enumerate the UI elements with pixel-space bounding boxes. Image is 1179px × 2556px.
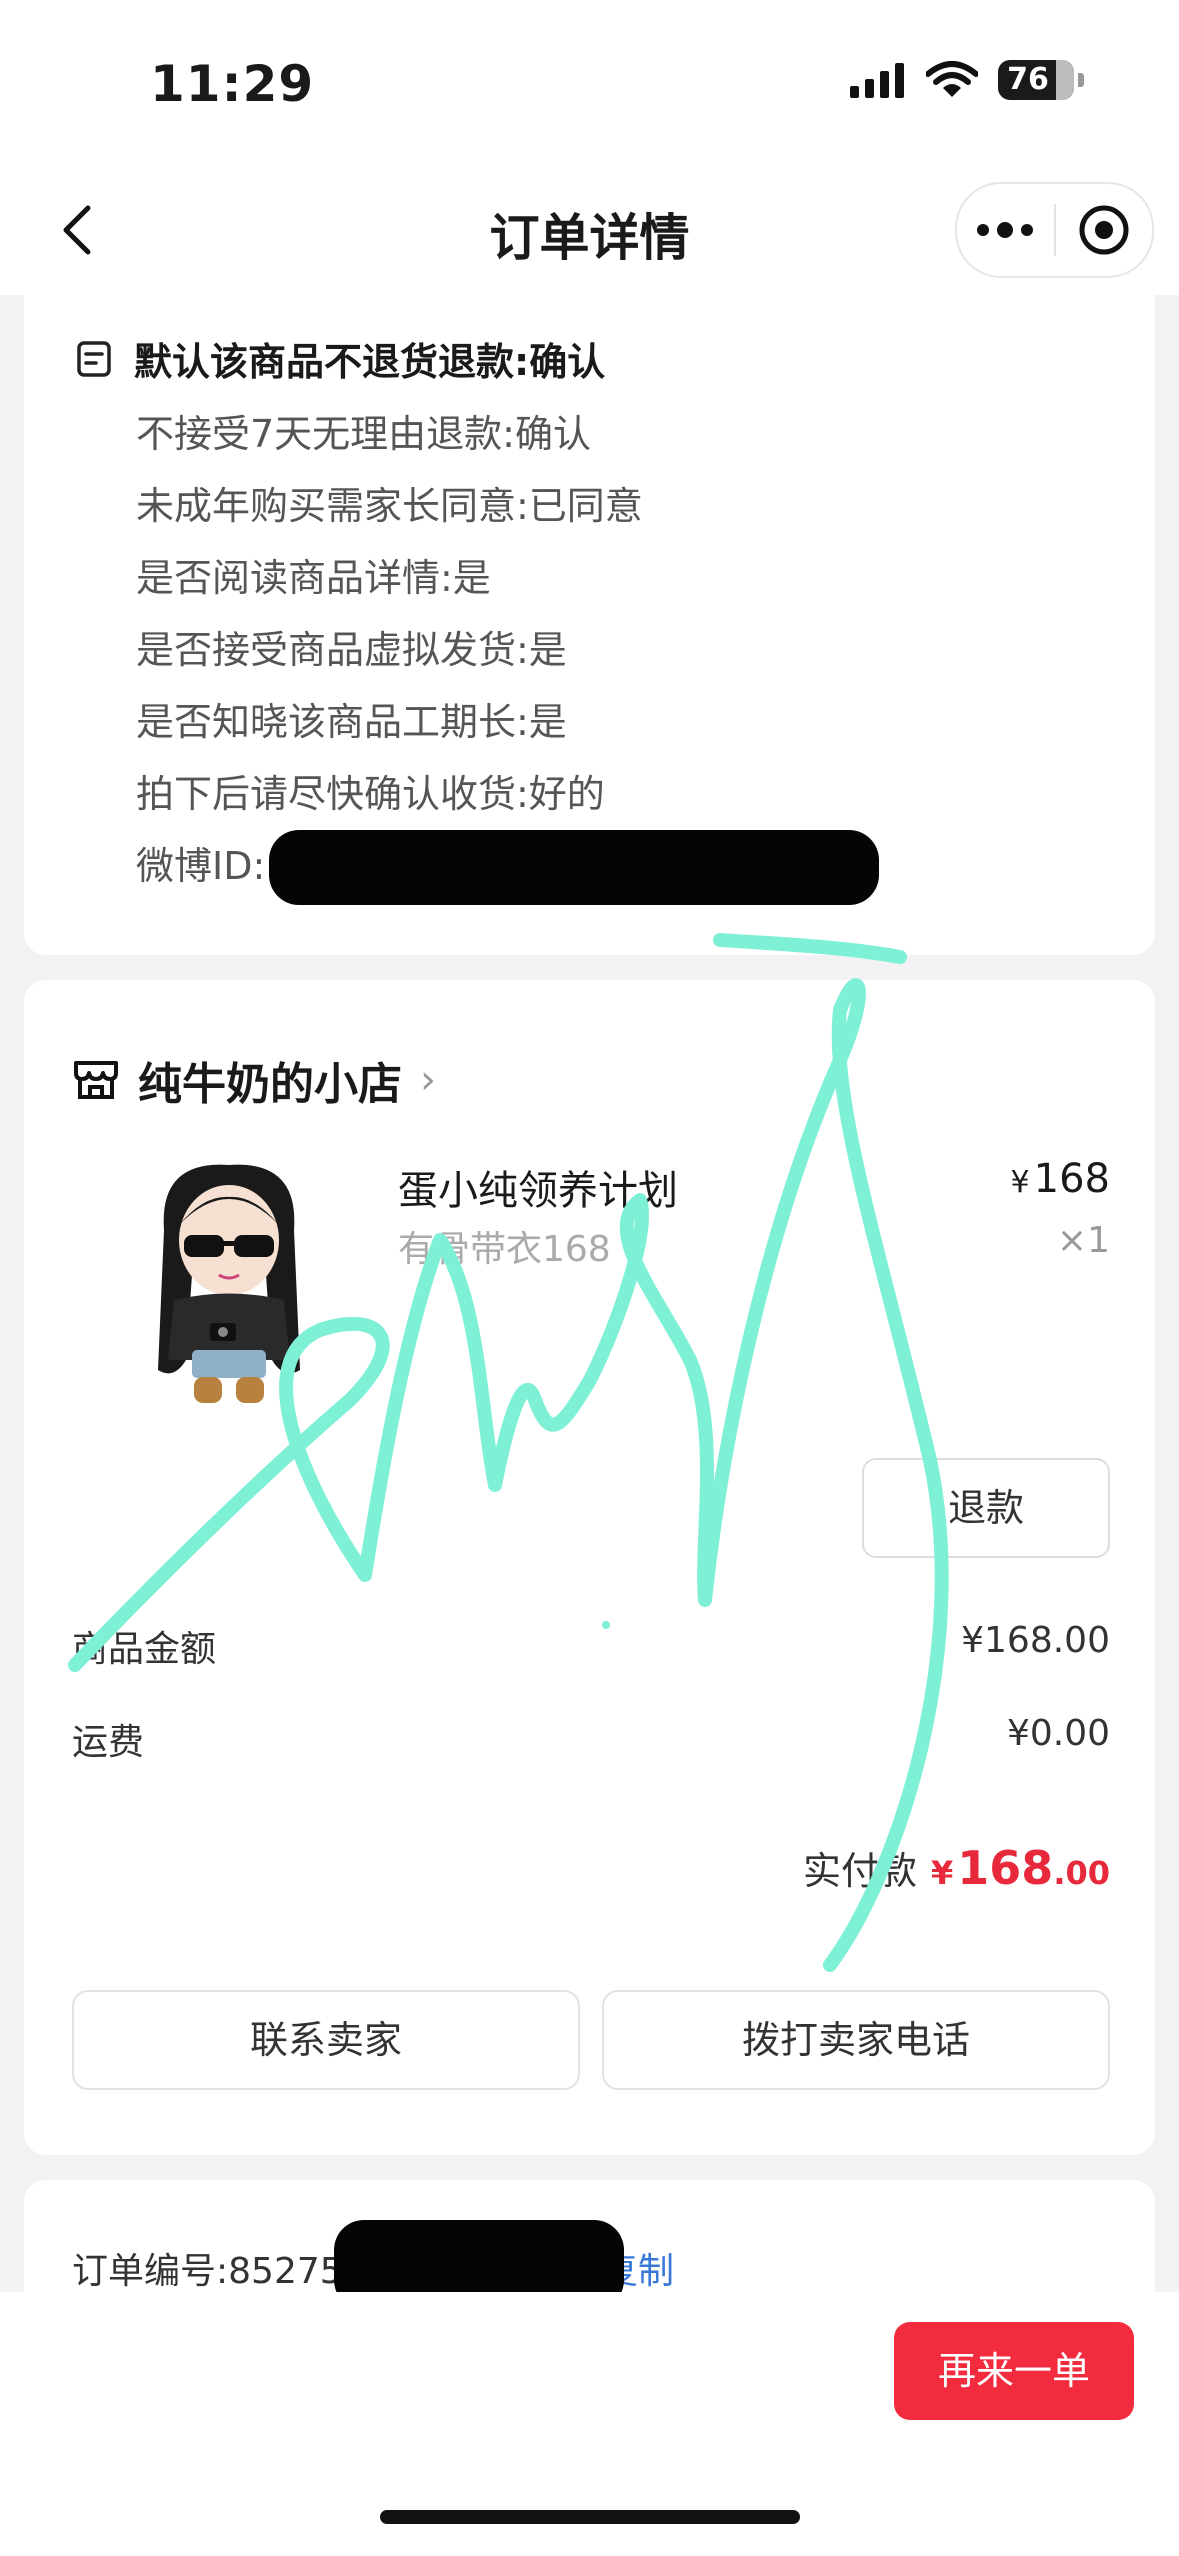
product-name: 蛋小纯领养计划 xyxy=(398,1168,678,1214)
paid-currency: ¥ xyxy=(931,1854,954,1892)
status-bar: 11:29 76 xyxy=(0,0,1179,170)
chevron-right-icon: › xyxy=(420,1057,436,1103)
product-spec: 有骨带衣168 xyxy=(398,1229,611,1270)
contact-seller-button[interactable]: 联系卖家 xyxy=(72,1990,580,2090)
wifi-icon xyxy=(926,61,978,97)
notes-header: 默认该商品不退货退款:确认 xyxy=(74,331,605,386)
status-icons: 76 xyxy=(850,60,1084,100)
more-icon xyxy=(977,222,1034,238)
note-line: 是否接受商品虚拟发货:是 xyxy=(136,628,567,672)
order-number: 订单编号:852757 xyxy=(72,2251,366,2292)
signal-icon xyxy=(850,63,904,98)
goods-amount-value: ¥168.00 xyxy=(961,1620,1110,1661)
mini-program-capsule xyxy=(955,182,1154,278)
bottom-action-bar: 再来一单 xyxy=(0,2292,1179,2556)
price-value: 168 xyxy=(1033,1156,1110,1202)
reorder-button[interactable]: 再来一单 xyxy=(894,2322,1134,2420)
product-image[interactable] xyxy=(114,1155,344,1425)
order-notes-card: 默认该商品不退货退款:确认 不接受7天无理由退款:确认 未成年购买需家长同意:已… xyxy=(24,295,1155,955)
status-time: 11:29 xyxy=(150,55,315,113)
product-card: 纯牛奶的小店 › 蛋小纯领养计划 有骨带衣168 ¥168 ×1 退款 商品金额… xyxy=(24,980,1155,2155)
shop-name: 纯牛奶的小店 xyxy=(138,1059,402,1110)
refund-button[interactable]: 退款 xyxy=(862,1458,1110,1558)
paid-amount-decimal: .00 xyxy=(1053,1854,1110,1892)
close-program-button[interactable] xyxy=(1056,184,1153,276)
notes-title: 默认该商品不退货退款:确认 xyxy=(134,340,606,384)
product-quantity: ×1 xyxy=(1056,1220,1110,1261)
note-line: 是否阅读商品详情:是 xyxy=(136,556,491,600)
battery-icon: 76 xyxy=(998,60,1074,100)
note-line: 拍下后请尽快确认收货:好的 xyxy=(136,772,605,816)
note-line: 不接受7天无理由退款:确认 xyxy=(136,412,591,456)
note-line: 是否知晓该商品工期长:是 xyxy=(136,700,567,744)
nav-bar: 订单详情 xyxy=(0,170,1179,295)
call-seller-button[interactable]: 拨打卖家电话 xyxy=(602,1990,1110,2090)
home-indicator xyxy=(380,2510,800,2524)
more-button[interactable] xyxy=(957,184,1054,276)
target-icon xyxy=(1079,205,1129,255)
paid-amount: 168 xyxy=(957,1841,1054,1895)
shop-icon xyxy=(74,1061,118,1099)
shop-link[interactable]: 纯牛奶的小店 › xyxy=(72,1048,436,1112)
paid-total: 实付款 ¥ 168 .00 xyxy=(803,1840,1110,1895)
goods-amount-row: 商品金额 ¥168.00 xyxy=(72,1620,1110,1672)
product-price: ¥168 xyxy=(1011,1156,1110,1202)
paid-label: 实付款 xyxy=(803,1849,918,1893)
redaction-mark xyxy=(269,830,879,905)
shipping-value: ¥0.00 xyxy=(1006,1713,1110,1754)
battery-level: 76 xyxy=(1007,62,1049,97)
shipping-row: 运费 ¥0.00 xyxy=(72,1713,1110,1765)
weibo-id-label: 微博ID: xyxy=(136,844,266,888)
price-currency: ¥ xyxy=(1010,1165,1030,1200)
note-line: 未成年购买需家长同意:已同意 xyxy=(136,484,643,528)
goods-amount-label: 商品金额 xyxy=(72,1629,217,1670)
shipping-label: 运费 xyxy=(72,1722,145,1763)
note-icon xyxy=(77,340,111,377)
